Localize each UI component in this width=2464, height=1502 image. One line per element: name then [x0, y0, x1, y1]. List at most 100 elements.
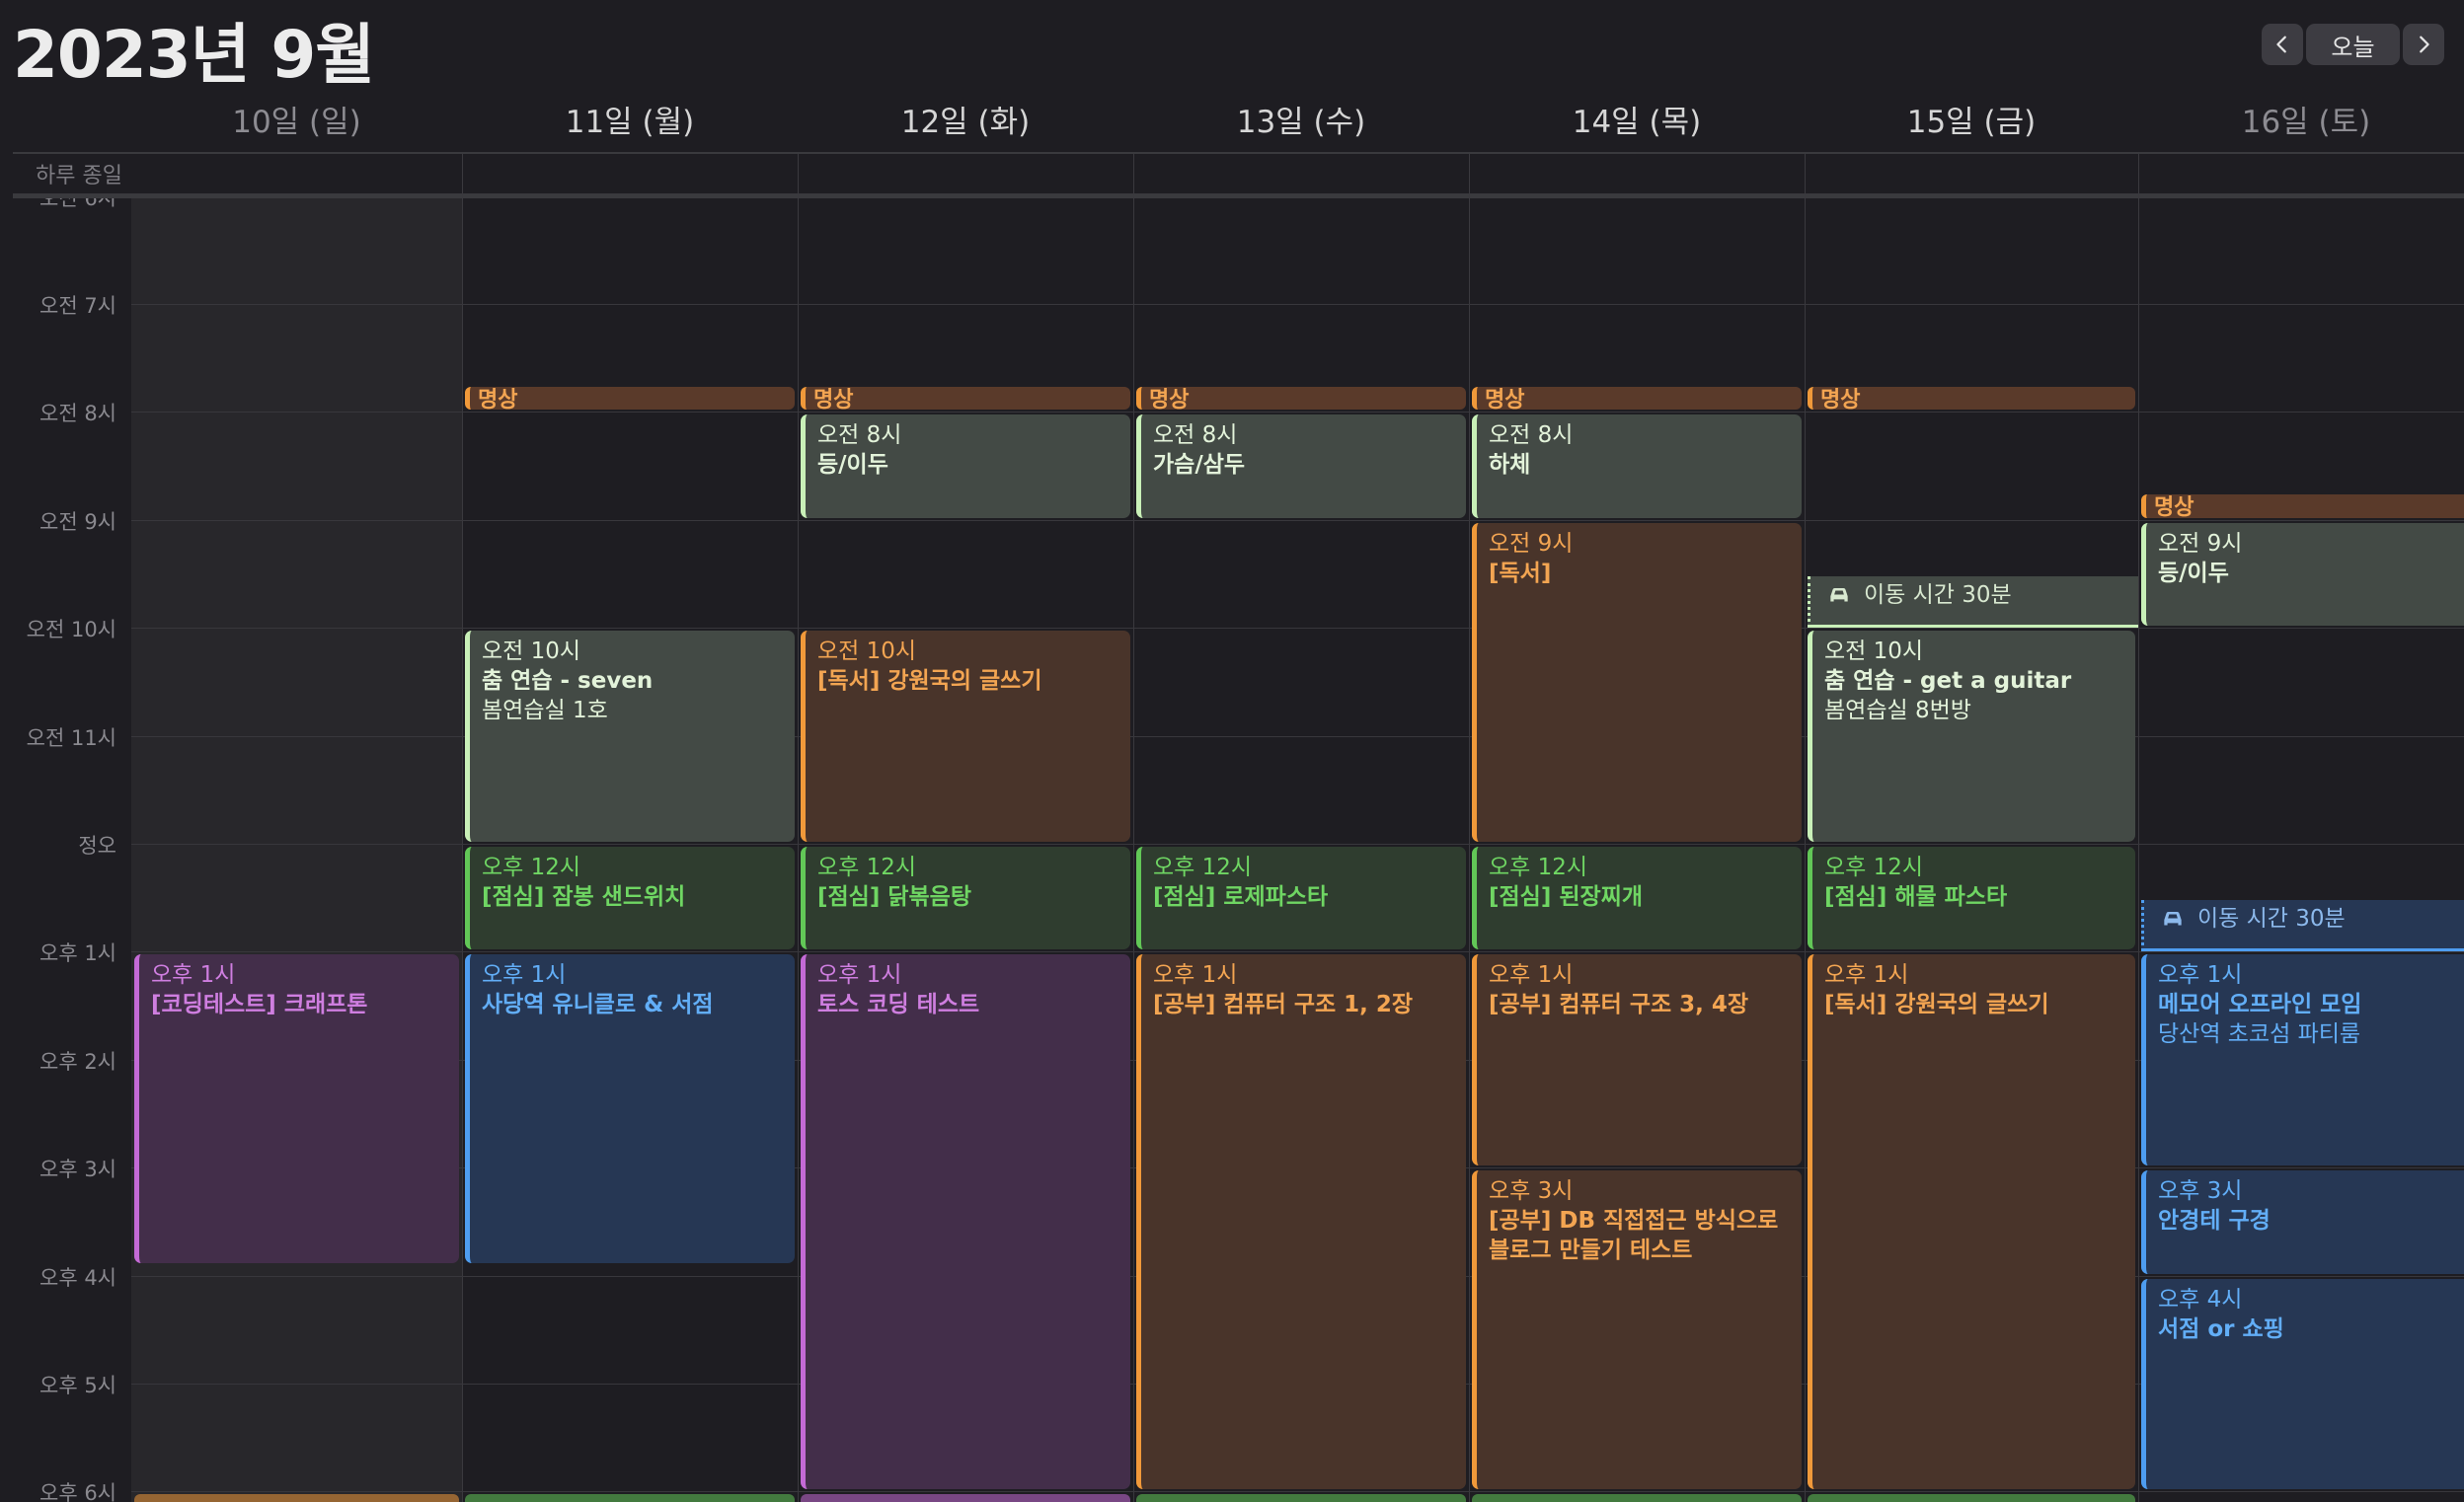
event-time: 오후 12시	[1824, 853, 2125, 882]
event-time: 오후 12시	[482, 853, 785, 882]
meditation-event[interactable]: 명상	[1136, 387, 1466, 410]
calendar-event[interactable]: 오후 1시토스 코딩 테스트	[801, 954, 1130, 1489]
event-time: 오후 1시	[2158, 960, 2461, 990]
event-time: 오후 1시	[1489, 960, 1792, 990]
travel-time-label: 이동 시간 30분	[1864, 580, 2012, 610]
calendar-event[interactable]: 오전 8시가슴/삼두	[1136, 414, 1466, 517]
meditation-event[interactable]: 명상	[465, 387, 795, 410]
calendar-event[interactable]: 오후 1시[코딩테스트] 크래프톤	[134, 954, 459, 1262]
event-time: 오후 1시	[482, 960, 785, 990]
event-time: 오전 10시	[1824, 637, 2125, 666]
next-event-peek[interactable]	[134, 1494, 459, 1502]
meditation-event[interactable]: 명상	[2141, 494, 2464, 517]
column-divider	[1805, 198, 1806, 1502]
column-divider	[2138, 198, 2139, 1502]
travel-time-block[interactable]: 이동 시간 30분	[2141, 900, 2464, 952]
meditation-event[interactable]: 명상	[1808, 387, 2135, 410]
hour-label: 오후 4시	[0, 1262, 116, 1292]
next-week-button[interactable]	[2403, 24, 2444, 65]
hour-line	[131, 412, 2464, 413]
event-title: [공부] 컴퓨터 구조 1, 2장	[1153, 990, 1456, 1019]
event-title: 명상	[1149, 387, 1456, 410]
calendar-event[interactable]: 오후 1시[독서] 강원국의 글쓰기	[1808, 954, 2135, 1489]
time-grid: 오전 6시오전 7시오전 8시오전 9시오전 10시오전 11시정오오후 1시오…	[0, 198, 2464, 1502]
calendar-event[interactable]: 오전 8시등/이두	[801, 414, 1130, 517]
day-header-2[interactable]: 12일 (화)	[798, 97, 1133, 148]
next-event-peek[interactable]	[801, 1494, 1130, 1502]
event-title: [공부] DB 직접접근 방식으로 블로그 만들기 테스트	[1489, 1206, 1792, 1265]
event-time: 오후 1시	[151, 960, 449, 990]
event-location: 봄연습실 8번방	[1824, 696, 2125, 725]
header-divider	[13, 152, 2464, 154]
event-time: 오전 9시	[2158, 529, 2461, 559]
next-event-peek[interactable]	[1136, 1494, 1466, 1502]
next-event-peek[interactable]	[1472, 1494, 1802, 1502]
hour-line	[131, 520, 2464, 521]
calendar-event[interactable]: 오후 4시서점 or 쇼핑	[2141, 1279, 2464, 1490]
day-header-1[interactable]: 11일 (월)	[462, 97, 798, 148]
calendar-event[interactable]: 오후 1시메모어 오프라인 모임당산역 초코섬 파티룸	[2141, 954, 2464, 1165]
event-title: 명상	[478, 387, 785, 410]
sunday-column-shade	[131, 198, 462, 1502]
calendar-event[interactable]: 오후 1시사당역 유니클로 & 서점	[465, 954, 795, 1262]
event-time: 오후 1시	[1153, 960, 1456, 990]
event-title: [독서]	[1489, 559, 1792, 588]
event-title: [점심] 잠봉 샌드위치	[482, 882, 785, 912]
calendar-event[interactable]: 오전 9시[독서]	[1472, 523, 1802, 842]
calendar-event[interactable]: 오전 10시[독서] 강원국의 글쓰기	[801, 631, 1130, 842]
prev-week-button[interactable]	[2262, 24, 2303, 65]
event-title: [코딩테스트] 크래프톤	[151, 990, 449, 1019]
event-title: [점심] 된장찌개	[1489, 882, 1792, 912]
day-header-6[interactable]: 16일 (토)	[2138, 97, 2464, 148]
calendar-event[interactable]: 오전 10시춤 연습 - seven봄연습실 1호	[465, 631, 795, 842]
event-title: 메모어 오프라인 모임	[2158, 990, 2461, 1019]
event-title: 명상	[2154, 494, 2461, 517]
meditation-event[interactable]: 명상	[1472, 387, 1802, 410]
event-time: 오후 1시	[817, 960, 1120, 990]
event-time: 오후 12시	[1489, 853, 1792, 882]
calendar-event[interactable]: 오후 3시[공부] DB 직접접근 방식으로 블로그 만들기 테스트	[1472, 1170, 1802, 1489]
calendar-event[interactable]: 오후 12시[점심] 된장찌개	[1472, 847, 1802, 949]
calendar-window: 2023년 9월 오늘 10일 (일)11일 (월)12일 (화)13일 (수)…	[0, 0, 2464, 1502]
day-header-3[interactable]: 13일 (수)	[1133, 97, 1469, 148]
calendar-event[interactable]: 오후 12시[점심] 잠봉 샌드위치	[465, 847, 795, 949]
event-title: 서점 or 쇼핑	[2158, 1314, 2461, 1344]
hour-label: 오후 3시	[0, 1154, 116, 1183]
event-title: 춤 연습 - get a guitar	[1824, 666, 2125, 696]
calendar-event[interactable]: 오후 12시[점심] 로제파스타	[1136, 847, 1466, 949]
calendar-event[interactable]: 오전 8시하체	[1472, 414, 1802, 517]
hour-label: 오후 6시	[0, 1477, 116, 1502]
event-title: 토스 코딩 테스트	[817, 990, 1120, 1019]
calendar-event[interactable]: 오후 1시[공부] 컴퓨터 구조 3, 4장	[1472, 954, 1802, 1165]
calendar-event[interactable]: 오후 1시[공부] 컴퓨터 구조 1, 2장	[1136, 954, 1466, 1489]
next-event-peek[interactable]	[465, 1494, 795, 1502]
calendar-event[interactable]: 오후 3시안경테 구경	[2141, 1170, 2464, 1273]
next-event-peek[interactable]	[1808, 1494, 2135, 1502]
event-title: 명상	[1485, 387, 1792, 410]
event-time: 오후 3시	[1489, 1176, 1792, 1206]
event-title: [독서] 강원국의 글쓰기	[817, 666, 1120, 696]
day-header-0[interactable]: 10일 (일)	[131, 97, 462, 148]
column-divider	[1133, 198, 1134, 1502]
event-title: [점심] 로제파스타	[1153, 882, 1456, 912]
event-title: 춤 연습 - seven	[482, 666, 785, 696]
calendar-event[interactable]: 오전 9시등/이두	[2141, 523, 2464, 626]
calendar-event[interactable]: 오후 12시[점심] 해물 파스타	[1808, 847, 2135, 949]
event-title: [점심] 닭볶음탕	[817, 882, 1120, 912]
calendar-event[interactable]: 오전 10시춤 연습 - get a guitar봄연습실 8번방	[1808, 631, 2135, 842]
hour-label: 오전 9시	[0, 506, 116, 536]
hour-line	[131, 951, 2464, 952]
chevron-right-icon	[2413, 34, 2434, 55]
hour-line	[131, 628, 2464, 629]
hour-label: 오후 1시	[0, 938, 116, 967]
travel-time-block[interactable]: 이동 시간 30분	[1808, 576, 2138, 629]
day-header-4[interactable]: 14일 (목)	[1469, 97, 1805, 148]
event-time: 오후 4시	[2158, 1285, 2461, 1314]
meditation-event[interactable]: 명상	[801, 387, 1130, 410]
car-icon	[2160, 906, 2186, 932]
calendar-event[interactable]: 오후 12시[점심] 닭볶음탕	[801, 847, 1130, 949]
day-header-5[interactable]: 15일 (금)	[1805, 97, 2138, 148]
event-title: [점심] 해물 파스타	[1824, 882, 2125, 912]
today-button[interactable]: 오늘	[2306, 24, 2400, 65]
event-time: 오전 10시	[817, 637, 1120, 666]
